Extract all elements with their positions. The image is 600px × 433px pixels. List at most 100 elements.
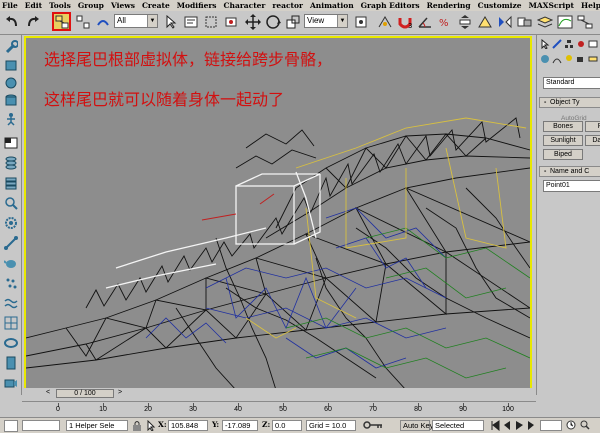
tool-button[interactable] bbox=[3, 39, 19, 55]
x-coordinate-input[interactable]: 105.848 bbox=[168, 420, 208, 431]
tool-button[interactable] bbox=[3, 195, 19, 211]
chevron-right-icon[interactable]: > bbox=[118, 389, 122, 396]
y-coordinate-input[interactable]: -17.089 bbox=[222, 420, 258, 431]
window-crossing-button[interactable] bbox=[222, 13, 240, 31]
align-button[interactable] bbox=[516, 13, 534, 31]
tool-button[interactable] bbox=[3, 375, 19, 391]
schematic-view-button[interactable] bbox=[576, 13, 594, 31]
chevron-left-icon[interactable]: < bbox=[46, 389, 50, 396]
tool-button[interactable] bbox=[3, 155, 19, 171]
key-icon[interactable] bbox=[362, 420, 388, 431]
zoom-icon[interactable] bbox=[580, 420, 590, 431]
time-slider-track[interactable]: < 0 / 100 > bbox=[22, 388, 536, 400]
tool-button[interactable] bbox=[3, 335, 19, 351]
spinner-snap-button[interactable] bbox=[456, 13, 474, 31]
tool-button[interactable] bbox=[3, 315, 19, 331]
geometry-category-button[interactable] bbox=[539, 53, 550, 64]
perspective-viewport[interactable]: 选择尾巴根部虚拟体，链接给跨步骨骼， 这样尾巴就可以随着身体一起动了 bbox=[24, 36, 532, 392]
select-and-rotate-button[interactable] bbox=[264, 13, 282, 31]
goto-start-icon[interactable] bbox=[490, 420, 500, 432]
menu-create[interactable]: Create bbox=[142, 1, 170, 10]
selection-filter-dropdown[interactable]: All ▼ bbox=[114, 14, 158, 28]
maxscript-mini-listener[interactable] bbox=[22, 420, 60, 431]
select-and-move-button[interactable] bbox=[244, 13, 262, 31]
category-dropdown[interactable]: Standard bbox=[543, 77, 600, 89]
lights-category-button[interactable] bbox=[563, 53, 574, 64]
object-name-input[interactable]: Point01 bbox=[543, 180, 600, 192]
curve-editor-button[interactable] bbox=[556, 13, 574, 31]
percent-snap-button[interactable]: % bbox=[436, 13, 454, 31]
lock-icon[interactable] bbox=[132, 420, 144, 431]
menu-reactor[interactable]: reactor bbox=[272, 1, 303, 10]
select-and-link-button[interactable] bbox=[52, 12, 71, 31]
menu-modifiers[interactable]: Modifiers bbox=[177, 1, 217, 10]
menu-views[interactable]: Views bbox=[111, 1, 135, 10]
current-frame-input[interactable] bbox=[540, 420, 562, 431]
tool-button[interactable] bbox=[3, 355, 19, 371]
named-selection-button[interactable] bbox=[476, 13, 494, 31]
bones-button[interactable]: Bones bbox=[543, 121, 583, 132]
undo-button[interactable] bbox=[3, 13, 21, 31]
hierarchy-tab[interactable] bbox=[563, 38, 574, 49]
maxscript-listener-button[interactable] bbox=[4, 420, 18, 432]
layer-manager-button[interactable] bbox=[536, 13, 554, 31]
prev-frame-icon[interactable] bbox=[502, 420, 512, 431]
sunlight-button[interactable]: Sunlight bbox=[543, 135, 583, 146]
create-tab[interactable] bbox=[539, 38, 550, 49]
unlink-button[interactable] bbox=[74, 13, 92, 31]
tool-button[interactable] bbox=[3, 235, 19, 251]
menu-group[interactable]: Group bbox=[78, 1, 104, 10]
angle-snap-button[interactable] bbox=[416, 13, 434, 31]
timeline-ruler[interactable]: 0 10 20 30 40 50 60 70 80 90 100 bbox=[22, 401, 536, 415]
motion-tab[interactable] bbox=[575, 38, 586, 49]
menu-file[interactable]: File bbox=[2, 1, 18, 10]
select-and-scale-button[interactable] bbox=[284, 13, 302, 31]
time-slider-thumb[interactable]: 0 / 100 bbox=[56, 389, 114, 398]
select-by-name-button[interactable] bbox=[182, 13, 200, 31]
tool-button[interactable] bbox=[3, 295, 19, 311]
snap-toggle-button[interactable]: 3 bbox=[396, 13, 414, 31]
helpers-category-button[interactable] bbox=[587, 53, 598, 64]
cameras-category-button[interactable] bbox=[575, 53, 586, 64]
menu-animation[interactable]: Animation bbox=[310, 1, 354, 10]
menu-tools[interactable]: Tools bbox=[49, 1, 71, 10]
play-icon[interactable] bbox=[514, 420, 524, 431]
select-object-button[interactable] bbox=[162, 13, 180, 31]
daylight-button[interactable]: Daylight bbox=[585, 135, 600, 146]
tool-button[interactable] bbox=[3, 111, 19, 127]
reference-coord-dropdown[interactable]: View ▼ bbox=[304, 14, 348, 28]
shapes-category-button[interactable] bbox=[551, 53, 562, 64]
ring-button[interactable]: Ring bbox=[585, 121, 600, 132]
select-and-manipulate-button[interactable] bbox=[376, 13, 394, 31]
absolute-mode-icon[interactable] bbox=[146, 419, 156, 432]
tool-button[interactable] bbox=[3, 75, 19, 91]
next-frame-icon[interactable] bbox=[526, 420, 536, 431]
display-tab[interactable] bbox=[587, 38, 598, 49]
modify-tab[interactable] bbox=[551, 38, 562, 49]
menu-graph-editors[interactable]: Graph Editors bbox=[361, 1, 420, 10]
biped-button[interactable]: Biped bbox=[543, 149, 583, 160]
rectangular-region-button[interactable] bbox=[202, 13, 220, 31]
redo-button[interactable] bbox=[24, 13, 42, 31]
tool-button[interactable] bbox=[3, 135, 19, 151]
pivot-center-button[interactable] bbox=[352, 13, 370, 31]
z-coordinate-input[interactable]: 0.0 bbox=[272, 420, 302, 431]
tool-button[interactable] bbox=[3, 275, 19, 291]
tool-button[interactable] bbox=[3, 57, 19, 73]
object-type-rollout-header[interactable]: - Object Ty bbox=[539, 97, 600, 108]
key-filter-dropdown[interactable]: Selected bbox=[432, 420, 484, 431]
menu-edit[interactable]: Edit bbox=[25, 1, 42, 10]
tool-button[interactable] bbox=[3, 255, 19, 271]
bind-space-warp-button[interactable] bbox=[94, 13, 112, 31]
tool-button[interactable] bbox=[3, 215, 19, 231]
menu-help[interactable]: Help bbox=[581, 1, 600, 10]
tool-button[interactable] bbox=[3, 175, 19, 191]
menu-rendering[interactable]: Rendering bbox=[427, 1, 471, 10]
menu-maxscript[interactable]: MAXScript bbox=[529, 1, 574, 10]
tool-button[interactable] bbox=[3, 93, 19, 109]
name-color-rollout-header[interactable]: - Name and C bbox=[539, 166, 600, 177]
mirror-button[interactable] bbox=[496, 13, 514, 31]
time-config-icon[interactable] bbox=[566, 420, 576, 431]
menu-customize[interactable]: Customize bbox=[478, 1, 522, 10]
auto-key-button[interactable]: Auto Key bbox=[400, 420, 433, 431]
